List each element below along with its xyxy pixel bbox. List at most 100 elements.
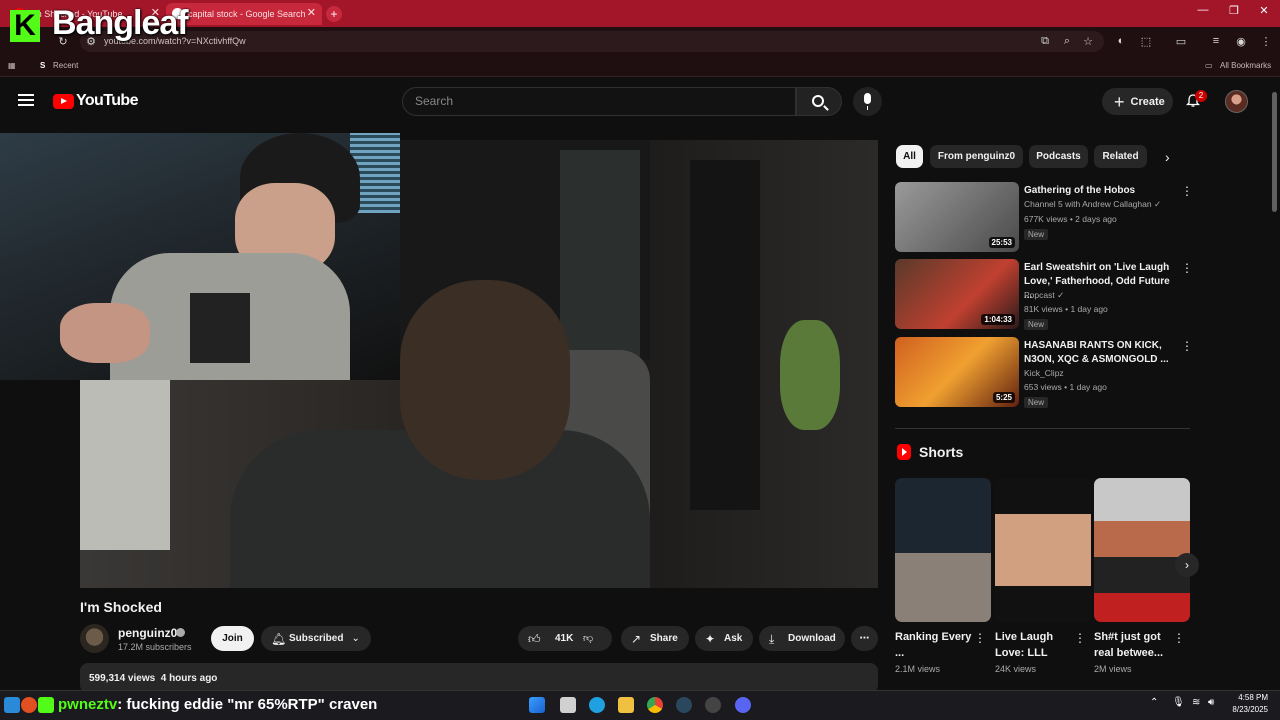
edge-icon[interactable] <box>589 697 605 713</box>
folder-icon: ▭ <box>1205 61 1213 70</box>
short-title[interactable]: Ranking Every ... <box>895 629 975 661</box>
short-thumbnail[interactable] <box>995 478 1091 622</box>
wifi-icon[interactable]: ≋ <box>1192 697 1200 708</box>
all-bookmarks[interactable]: All Bookmarks <box>1220 61 1271 70</box>
account-avatar[interactable] <box>1225 90 1248 113</box>
chip-all[interactable]: All <box>896 145 923 168</box>
search-box[interactable] <box>402 87 796 116</box>
video-thumbnail[interactable]: 1:04:33 <box>895 259 1019 329</box>
bookmark-star-icon[interactable]: ☆ <box>1081 35 1095 48</box>
steam-icon[interactable] <box>676 697 692 713</box>
scrollbar-thumb[interactable] <box>1272 92 1277 212</box>
youtube-logo-icon[interactable] <box>53 94 74 109</box>
video-thumbnail[interactable]: 5:25 <box>895 337 1019 407</box>
recommendation-channel[interactable]: Channel 5 with Andrew Callaghan ✓ <box>1024 199 1161 210</box>
description-box[interactable]: 599,314 views 4 hours ago <box>80 663 878 693</box>
puzzle-icon[interactable]: ⬚ <box>1139 35 1153 48</box>
reading-list-icon[interactable]: ≡ <box>1209 35 1223 47</box>
more-actions-button[interactable]: ⋯ <box>851 626 878 651</box>
search-input[interactable] <box>415 94 785 108</box>
bookmarks-bar: ▦ S Recent ▭ All Bookmarks <box>0 57 1280 77</box>
cabinet-shape <box>690 160 760 510</box>
bell-icon: 🔔︎ <box>271 632 287 646</box>
more-vertical-icon[interactable]: ⋮ <box>1173 631 1185 645</box>
ask-button[interactable]: ✦ Ask <box>695 626 753 651</box>
task-view-icon[interactable] <box>560 697 576 713</box>
chip-podcasts[interactable]: Podcasts <box>1029 145 1088 168</box>
download-button[interactable]: ⤓ Download <box>759 626 845 651</box>
zoom-icon[interactable]: ⌕ <box>1060 35 1074 48</box>
download-icon: ⤓ <box>769 632 775 646</box>
system-date[interactable]: 8/23/2025 <box>1220 705 1268 714</box>
recommendation-channel[interactable]: Kick_Clipz <box>1024 368 1064 378</box>
share-button[interactable]: ↗ Share <box>621 626 689 651</box>
recommendation-item[interactable]: 25:53 Gathering of the Hobos Channel 5 w… <box>895 182 1195 254</box>
profile-icon[interactable]: ◉ <box>1234 35 1248 48</box>
verified-icon: ✓ <box>1153 199 1162 209</box>
video-thumbnail[interactable]: 25:53 <box>895 182 1019 252</box>
more-vertical-icon[interactable]: ⋮ <box>1181 184 1193 198</box>
obs-icon[interactable] <box>705 697 721 713</box>
voice-search-button[interactable] <box>853 87 882 116</box>
chip-related[interactable]: Related <box>1094 145 1147 168</box>
recommendation-channel[interactable]: Popcast ✓ <box>1024 290 1064 301</box>
short-thumbnail[interactable] <box>895 478 991 622</box>
download-label: Download <box>788 633 836 644</box>
more-vertical-icon[interactable]: ⋮ <box>974 631 986 645</box>
windows-start-icon[interactable] <box>529 697 545 713</box>
duration-badge: 1:04:33 <box>981 314 1015 325</box>
recommendation-meta: 653 views • 1 day ago <box>1024 382 1107 392</box>
page-scrollbar[interactable] <box>1270 80 1280 690</box>
more-vertical-icon[interactable]: ⋮ <box>1074 631 1086 645</box>
system-time[interactable]: 4:58 PM <box>1226 693 1268 702</box>
recommendation-item[interactable]: 1:04:33 Earl Sweatshirt on 'Live Laugh L… <box>895 259 1195 331</box>
thumbs-down-icon[interactable]: 👎︎ <box>583 632 593 644</box>
omnibox[interactable]: ⚙ youtube.com/watch?v=NXctivhffQw ⧉ ⌕ ☆ <box>80 31 1104 52</box>
more-vertical-icon[interactable]: ⋮ <box>1181 261 1193 275</box>
short-title[interactable]: Sh#t just got real betwee... <box>1094 629 1174 661</box>
chrome-icon[interactable] <box>647 697 663 713</box>
apps-grid-icon[interactable]: ▦ <box>8 61 16 70</box>
recommendation-title[interactable]: Gathering of the Hobos <box>1024 184 1174 198</box>
verified-icon: ✓ <box>1057 290 1065 300</box>
chevron-right-icon[interactable]: › <box>1165 149 1170 165</box>
minimize-icon[interactable]: — <box>1194 4 1212 16</box>
create-button[interactable]: + Create <box>1102 88 1173 115</box>
more-vertical-icon[interactable]: ⋮ <box>1181 339 1193 353</box>
shorts-heading: Shorts <box>919 444 964 460</box>
browser-menu-icon[interactable]: ⋮ <box>1259 35 1273 48</box>
bookmark-recent[interactable]: Recent <box>53 61 78 70</box>
subscribed-button[interactable]: 🔔︎ Subscribed ⌄ <box>261 626 371 651</box>
close-tab-icon[interactable]: ✕ <box>307 6 316 19</box>
short-title[interactable]: Live Laugh Love: LLL <box>995 629 1075 661</box>
channel-name[interactable]: penguinz0 <box>118 626 177 640</box>
chip-from-channel[interactable]: From penguinz0 <box>930 145 1023 168</box>
tray-chevron-icon[interactable]: ⌃ <box>1150 697 1158 708</box>
volume-icon[interactable]: 🔊︎ <box>1208 697 1214 708</box>
restore-icon[interactable]: ❐ <box>1225 4 1243 17</box>
recommendation-title[interactable]: HASANABI RANTS ON KICK, N3ON, XQC & ASMO… <box>1024 339 1174 367</box>
shorts-next-button[interactable]: › <box>1175 553 1199 577</box>
youtube-wordmark[interactable]: YouTube <box>76 92 138 110</box>
kick-logo: K <box>10 10 40 42</box>
microphone-icon[interactable]: 🎙︎ <box>1172 697 1185 708</box>
like-button[interactable]: 👍︎ 41K 👎︎ <box>518 626 612 651</box>
share-icon: ↗ <box>631 632 642 646</box>
extension-icon[interactable]: ◐ <box>1114 35 1128 47</box>
tab-google-search[interactable]: capital stock - Google Search ✕ <box>166 3 322 25</box>
search-button[interactable] <box>796 87 842 116</box>
join-button[interactable]: Join <box>211 626 254 651</box>
discord-icon[interactable] <box>735 697 751 713</box>
close-window-icon[interactable]: ✕ <box>1255 4 1273 17</box>
short-thumbnail[interactable] <box>1094 478 1190 622</box>
channel-avatar[interactable] <box>80 624 109 653</box>
hamburger-menu-icon[interactable] <box>18 94 34 106</box>
chevron-down-icon: ⌄ <box>351 633 360 644</box>
new-tab-button[interactable]: + <box>326 6 342 22</box>
recommendation-item[interactable]: 5:25 HASANABI RANTS ON KICK, N3ON, XQC &… <box>895 337 1195 409</box>
file-explorer-icon[interactable] <box>618 697 634 713</box>
install-app-icon[interactable]: ⧉ <box>1038 35 1052 48</box>
notification-badge: 2 <box>1195 90 1207 102</box>
sidebar-icon[interactable]: ▭ <box>1174 35 1188 48</box>
divider <box>895 428 1190 429</box>
